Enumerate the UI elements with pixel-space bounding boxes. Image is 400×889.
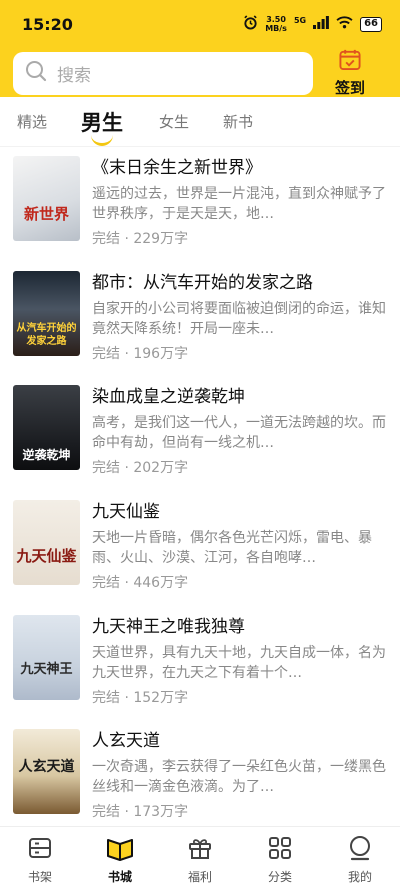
book-title: 都市：从汽车开始的发家之路	[92, 272, 313, 293]
book-meta: 完结 · 446万字	[92, 575, 189, 592]
category-icon	[267, 835, 293, 865]
book-info: 九天神王之唯我独尊 天道世界，具有九天十地，九天自成一体，名为九天世界，在九天之…	[92, 615, 388, 719]
gift-icon	[187, 835, 213, 865]
search-icon	[25, 60, 47, 86]
book-title: 《末日余生之新世界》	[92, 158, 262, 178]
nav-bookshelf[interactable]: 书架	[0, 827, 80, 889]
status-bar: 15:20 3.50 MB/s 5G 66	[0, 0, 400, 48]
tab-male[interactable]: 男生	[81, 107, 123, 146]
book-meta: 完结 · 173万字	[92, 804, 189, 821]
bookstore-icon	[106, 835, 134, 865]
book-description: 高考，是我们这一代人，一道无法跨越的坎。而命中有劫，但尚有一线之机…	[92, 415, 386, 452]
book-cover: 从汽车开始的发家之路	[13, 270, 80, 356]
book-title: 九天神王之唯我独尊	[92, 616, 245, 637]
book-meta: 完结 · 152万字	[92, 689, 189, 706]
search-row: 搜索 签到	[0, 48, 400, 98]
profile-icon	[347, 835, 373, 865]
calendar-check-icon	[338, 48, 362, 75]
book-info: 九天仙鉴 天地一片昏暗，偶尔各色光芒闪烁，雷电、暴雨、火山、沙漠、江河，各自咆哮…	[92, 500, 388, 604]
bottom-nav: 书架 书城 福利 分类 我的	[0, 826, 400, 889]
book-cover: 人玄天道	[13, 729, 80, 815]
nav-label: 分类	[267, 870, 292, 884]
tab-female[interactable]: 女生	[159, 111, 189, 132]
book-item[interactable]: 九天神王 九天神王之唯我独尊 天道世界，具有九天十地，九天自成一体，名为九天世界…	[0, 604, 400, 719]
bookshelf-icon	[27, 835, 53, 865]
book-info: 都市：从汽车开始的发家之路 自家开的小公司将要面临被迫倒闭的命运，谁知竟然天降系…	[92, 271, 388, 375]
network-type: 5G	[293, 16, 307, 25]
tab-featured[interactable]: 精选	[17, 111, 47, 132]
book-cover: 逆袭乾坤	[13, 385, 80, 471]
status-time: 15:20	[22, 14, 73, 34]
book-item[interactable]: 逆袭乾坤 染血成皇之逆袭乾坤 高考，是我们这一代人，一道无法跨越的坎。而命中有劫…	[0, 374, 400, 489]
category-tabs: 精选 男生 女生 新书	[0, 97, 400, 147]
nav-profile[interactable]: 我的	[320, 827, 400, 889]
book-meta: 完结 · 229万字	[92, 231, 189, 247]
nav-bookstore[interactable]: 书城	[80, 827, 160, 889]
search-placeholder: 搜索	[57, 65, 91, 86]
nav-label: 书架	[27, 870, 52, 884]
signal-icon	[313, 16, 329, 32]
battery-indicator: 66	[360, 16, 382, 32]
book-info: 人玄天道 一次奇遇，李云获得了一朵红色火苗，一缕黑色丝线和一滴金色液滴。为了… …	[92, 729, 388, 833]
book-cover: 九天仙鉴	[13, 500, 80, 586]
nav-label: 书城	[107, 870, 132, 884]
nav-category[interactable]: 分类	[240, 827, 320, 889]
search-box[interactable]: 搜索	[13, 51, 313, 95]
book-cover: 新世界	[13, 156, 80, 241]
book-description: 自家开的小公司将要面临被迫倒闭的命运，谁知竟然天降系统！开局一座未…	[92, 300, 386, 337]
book-item[interactable]: 九天仙鉴 九天仙鉴 天地一片昏暗，偶尔各色光芒闪烁，雷电、暴雨、火山、沙漠、江河…	[0, 489, 400, 604]
book-list: 新世界 《末日余生之新世界》 遥远的过去，世界是一片混沌，直到众神赋予了世界秩序…	[0, 145, 400, 833]
book-info: 《末日余生之新世界》 遥远的过去，世界是一片混沌，直到众神赋予了世界秩序，于是天…	[92, 156, 388, 260]
wifi-icon	[336, 16, 353, 32]
book-info: 染血成皇之逆袭乾坤 高考，是我们这一代人，一道无法跨越的坎。而命中有劫，但尚有一…	[92, 385, 388, 489]
book-title: 染血成皇之逆袭乾坤	[92, 387, 245, 408]
network-speed: 3.50 MB/s	[265, 15, 287, 33]
nav-label: 我的	[347, 870, 372, 884]
book-title: 九天仙鉴	[92, 502, 160, 523]
book-title: 人玄天道	[92, 731, 160, 752]
book-description: 天地一片昏暗，偶尔各色光芒闪烁，雷电、暴雨、火山、沙漠、江河，各自咆哮…	[92, 530, 372, 567]
status-icons: 3.50 MB/s 5G 66	[243, 15, 382, 33]
nav-label: 福利	[187, 870, 212, 884]
top-header: 15:20 3.50 MB/s 5G 66 搜索 签到	[0, 0, 400, 97]
nav-welfare[interactable]: 福利	[160, 827, 240, 889]
book-meta: 完结 · 202万字	[92, 460, 189, 477]
book-meta: 完结 · 196万字	[92, 345, 189, 362]
book-item[interactable]: 新世界 《末日余生之新世界》 遥远的过去，世界是一片混沌，直到众神赋予了世界秩序…	[0, 145, 400, 260]
checkin-button[interactable]: 签到	[335, 48, 365, 98]
book-description: 天道世界，具有九天十地，九天自成一体，名为九天世界，在九天之下有着十个…	[92, 644, 386, 681]
alarm-icon	[243, 15, 258, 33]
checkin-label: 签到	[335, 79, 366, 97]
book-description: 遥远的过去，世界是一片混沌，直到众神赋予了世界秩序，于是天是天，地…	[92, 186, 386, 222]
book-description: 一次奇遇，李云获得了一朵红色火苗，一缕黑色丝线和一滴金色液滴。为了…	[92, 759, 386, 796]
book-item[interactable]: 从汽车开始的发家之路 都市：从汽车开始的发家之路 自家开的小公司将要面临被迫倒闭…	[0, 260, 400, 375]
book-item[interactable]: 人玄天道 人玄天道 一次奇遇，李云获得了一朵红色火苗，一缕黑色丝线和一滴金色液滴…	[0, 718, 400, 833]
book-cover: 九天神王	[13, 614, 80, 700]
tab-new-books[interactable]: 新书	[223, 111, 253, 132]
